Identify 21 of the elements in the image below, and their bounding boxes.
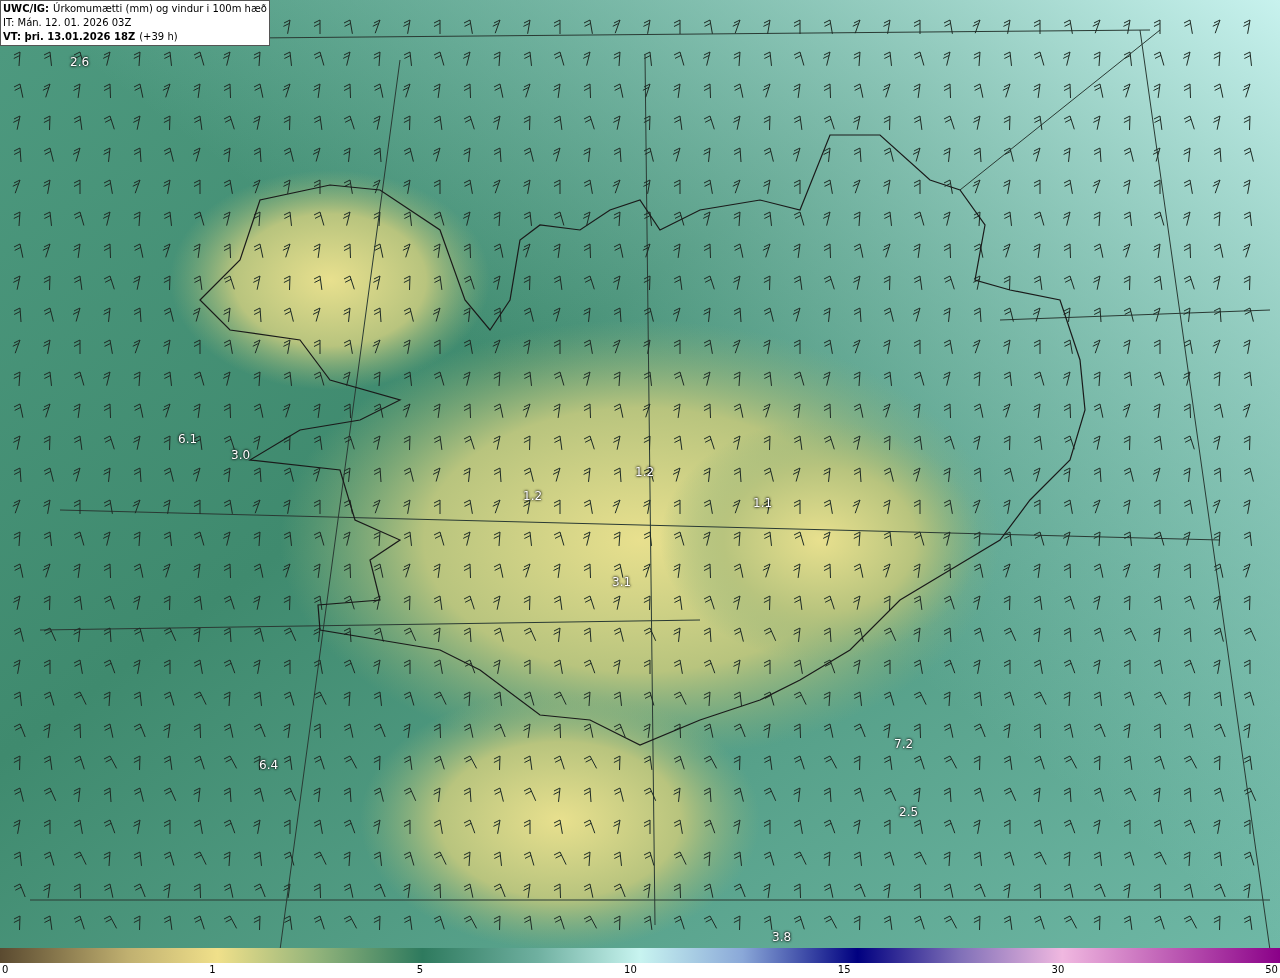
scale-tick-label: 1 [209, 963, 216, 977]
model-label: UWC/IG: [3, 2, 50, 16]
map-value-label: 3.8 [772, 931, 792, 943]
map-value-label: 3.1 [612, 576, 632, 588]
scale-tick-label: 50 [1265, 963, 1278, 977]
scale-tick-label: 30 [1051, 963, 1065, 977]
init-time: IT: Mán. 12. 01. 2026 03Z [3, 17, 132, 28]
valid-time: VT: þri. 13.01.2026 18Z [3, 30, 136, 44]
map-value-label: 7.2 [894, 738, 914, 750]
scale-tick-label: 5 [416, 963, 424, 977]
map-value-label: 2.5 [899, 806, 919, 818]
map-value-label: 3.0 [231, 449, 251, 461]
map-value-label: 6.4 [259, 759, 279, 771]
map-title: Úrkomumætti (mm) og vindur i 100m hæð [53, 2, 267, 16]
map-value-label: 1.2 [523, 490, 543, 502]
map-value-label: 2.6 [70, 56, 90, 68]
scale-tick-label: 10 [624, 963, 637, 977]
lead-time: (+39 h) [139, 30, 178, 44]
scale-tick-label: 15 [837, 963, 851, 977]
map-value-label: 6.1 [178, 433, 198, 445]
scale-tick-label: 0 [2, 963, 9, 977]
